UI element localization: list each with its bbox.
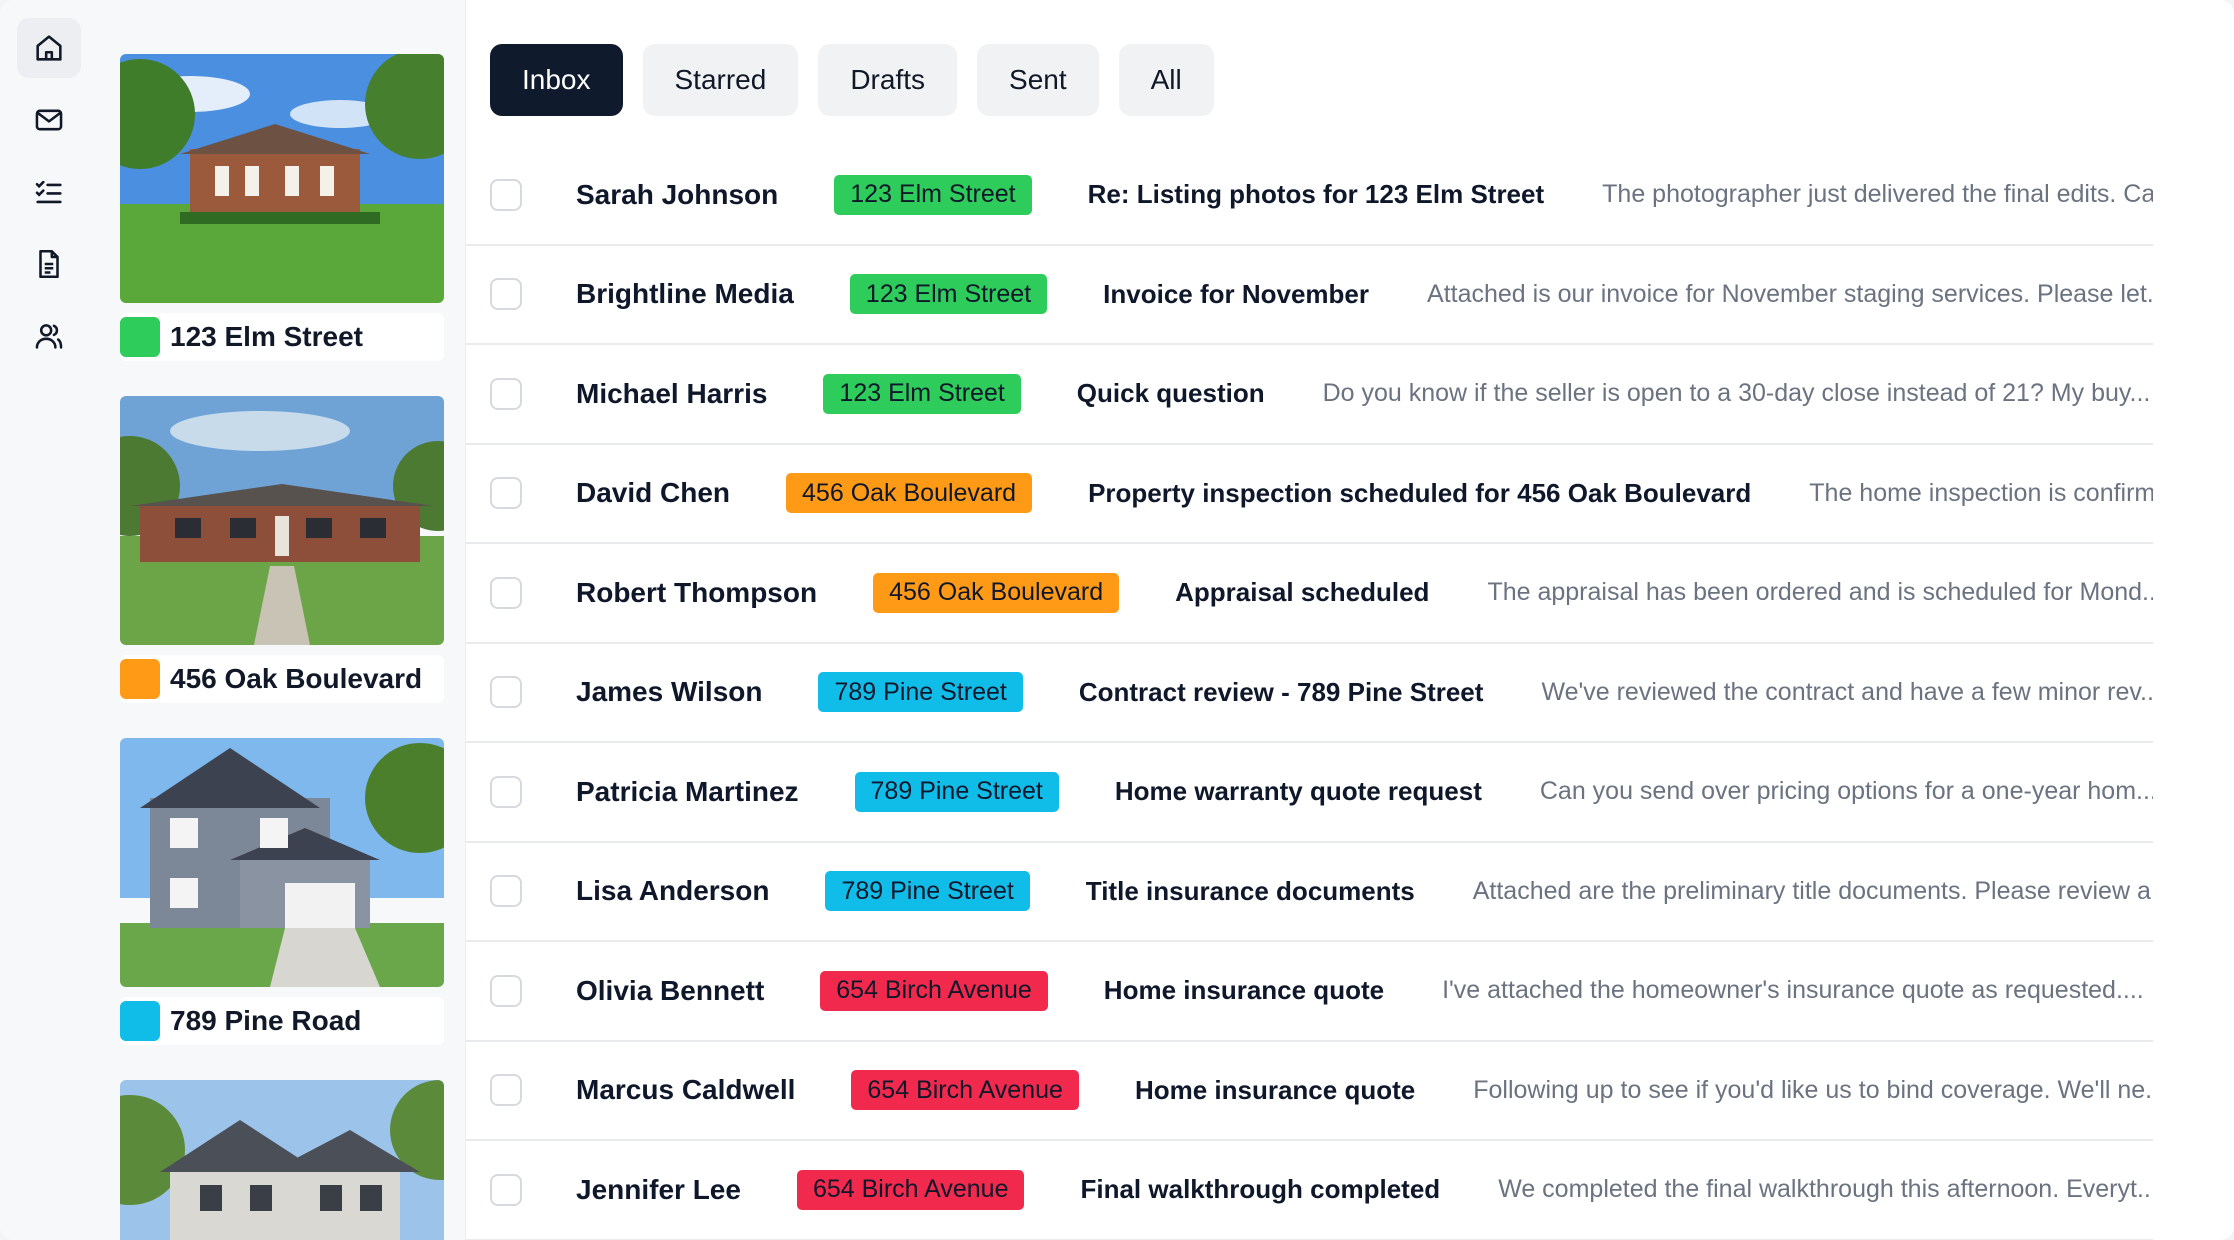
message-sender: David Chen [576, 477, 731, 509]
message-sender: Olivia Bennett [576, 974, 765, 1006]
message-row[interactable]: Jennifer Lee 654 Birch Avenue Final walkth… [466, 1141, 2153, 1240]
message-sender: Patricia Martinez [576, 775, 799, 807]
property-name: 789 Pine Road [170, 1005, 362, 1036]
message-checkbox[interactable] [490, 875, 522, 908]
property-tag[interactable]: 789 Pine Street [818, 672, 1023, 713]
message-subject: Re: Listing photos for 123 Elm Street [1087, 179, 1545, 210]
tab-sent[interactable]: Sent [977, 44, 1099, 116]
checklist-icon[interactable] [17, 162, 81, 222]
property-label: 123 Elm Street [120, 313, 444, 361]
property-card[interactable] [120, 1080, 444, 1240]
icon-rail [0, 0, 96, 1240]
property-photo [120, 396, 444, 645]
property-tag[interactable]: 789 Pine Street [854, 771, 1059, 812]
message-row[interactable]: Brightline Media 123 Elm Street Invoice fo… [466, 246, 2153, 345]
property-name: 456 Oak Boulevard [170, 663, 423, 694]
message-row[interactable]: Lisa Anderson 789 Pine Street Title insura… [466, 843, 2153, 942]
message-preview: We completed the final walkthrough this … [1498, 1175, 2153, 1204]
property-card[interactable]: 123 Elm Street [120, 54, 444, 361]
message-sender: Michael Harris [576, 377, 768, 409]
message-subject: Property inspection scheduled for 456 Oa… [1088, 477, 1752, 508]
property-name: 123 Elm Street [170, 321, 363, 352]
property-card[interactable]: 789 Pine Road [120, 738, 444, 1045]
property-tag[interactable]: 654 Birch Avenue [796, 1169, 1025, 1210]
property-photo [120, 1080, 444, 1240]
property-photo [120, 54, 444, 303]
message-row[interactable]: Marcus Caldwell 654 Birch Avenue Home insu… [466, 1042, 2153, 1141]
tab-inbox[interactable]: Inbox [490, 44, 623, 116]
message-sender: James Wilson [576, 676, 763, 708]
message-row[interactable]: Robert Thompson 456 Oak Boulevard Appraisa… [466, 544, 2153, 644]
message-preview: The home inspection is confirm... [1809, 478, 2153, 507]
message-sender: Sarah Johnson [576, 178, 779, 210]
message-row[interactable]: Michael Harris 123 Elm Street Quick questi… [466, 345, 2153, 445]
message-row[interactable]: David Chen 456 Oak Boulevard Property insp… [466, 445, 2153, 544]
message-checkbox[interactable] [490, 775, 522, 808]
property-tag[interactable]: 654 Birch Avenue [851, 1070, 1079, 1111]
message-preview: The photographer just delivered the fina… [1602, 180, 2153, 209]
message-checkbox[interactable] [490, 1173, 522, 1206]
message-subject: Title insurance documents [1085, 875, 1415, 906]
message-preview: Attached is our invoice for November sta… [1427, 279, 2153, 308]
property-tag[interactable]: 123 Elm Street [823, 373, 1021, 414]
property-tag[interactable]: 123 Elm Street [834, 174, 1032, 215]
message-sender: Brightline Media [576, 278, 794, 310]
property-sidebar: 123 Elm Street 456 Oak Boulevard 789 Pin… [96, 0, 466, 1240]
tab-starred[interactable]: Starred [642, 44, 799, 116]
message-checkbox[interactable] [490, 676, 522, 709]
message-checkbox[interactable] [490, 576, 522, 609]
message-subject: Quick question [1076, 378, 1265, 409]
message-sender: Robert Thompson [576, 576, 818, 608]
property-color-swatch [120, 659, 160, 699]
property-label: 456 Oak Boulevard [120, 655, 444, 703]
message-subject: Final walkthrough completed [1080, 1174, 1441, 1205]
property-tag[interactable]: 456 Oak Boulevard [786, 473, 1033, 514]
message-preview: Can you send over pricing options for a … [1539, 777, 2153, 806]
message-subject: Contract review - 789 Pine Street [1078, 676, 1484, 707]
message-row[interactable]: James Wilson 789 Pine Street Contract revi… [466, 644, 2153, 743]
message-subject: Home warranty quote request [1114, 776, 1482, 807]
message-preview: Do you know if the seller is open to a 3… [1322, 379, 2151, 408]
document-icon[interactable] [17, 234, 81, 294]
property-tag[interactable]: 123 Elm Street [849, 274, 1048, 315]
message-sender: Marcus Caldwell [576, 1074, 796, 1106]
message-preview: Following up to see if you'd like us to … [1473, 1075, 2153, 1104]
message-sender: Lisa Anderson [576, 875, 770, 907]
message-checkbox[interactable] [490, 178, 522, 211]
message-list: Sarah Johnson 123 Elm Street Re: Listing p… [466, 146, 2153, 1240]
property-color-swatch [120, 1001, 160, 1041]
message-row[interactable]: Patricia Martinez 789 Pine Street Home war… [466, 743, 2153, 843]
message-subject: Home insurance quote [1134, 1074, 1416, 1105]
property-photo [120, 738, 444, 987]
property-label: 789 Pine Road [120, 997, 444, 1045]
property-color-swatch [120, 317, 160, 357]
message-checkbox[interactable] [490, 278, 522, 311]
message-subject: Invoice for November [1103, 278, 1370, 309]
message-preview: We've reviewed the contract and have a f… [1541, 677, 2153, 706]
message-checkbox[interactable] [490, 377, 522, 410]
property-tag[interactable]: 456 Oak Boulevard [873, 572, 1120, 613]
message-checkbox[interactable] [490, 477, 522, 510]
message-checkbox[interactable] [490, 974, 522, 1007]
message-subject: Appraisal scheduled [1175, 577, 1430, 608]
property-tag[interactable]: 789 Pine Street [825, 871, 1030, 912]
home-icon[interactable] [17, 18, 81, 78]
message-preview: The appraisal has been ordered and is sc… [1487, 578, 2153, 607]
mail-icon[interactable] [17, 90, 81, 150]
users-icon[interactable] [17, 306, 81, 366]
property-tag[interactable]: 654 Birch Avenue [820, 970, 1048, 1011]
message-subject: Home insurance quote [1103, 975, 1385, 1006]
message-preview: Attached are the preliminary title docum… [1472, 876, 2153, 905]
message-row[interactable]: Olivia Bennett 654 Birch Avenue Home insur… [466, 942, 2153, 1042]
message-checkbox[interactable] [490, 1074, 522, 1107]
tab-drafts[interactable]: Drafts [818, 44, 958, 116]
message-row[interactable]: Sarah Johnson 123 Elm Street Re: Listing p… [466, 146, 2153, 246]
message-sender: Jennifer Lee [576, 1173, 741, 1205]
mail-tabs: Inbox Starred Drafts Sent All [490, 44, 1214, 116]
inbox-main: Inbox Starred Drafts Sent All Sarah John… [466, 0, 2234, 1240]
message-preview: I've attached the homeowner's insurance … [1442, 976, 2144, 1005]
property-card[interactable]: 456 Oak Boulevard [120, 396, 444, 703]
tab-all[interactable]: All [1118, 44, 1214, 116]
app-window: 123 Elm Street 456 Oak Boulevard 789 Pin… [0, 0, 2234, 1240]
